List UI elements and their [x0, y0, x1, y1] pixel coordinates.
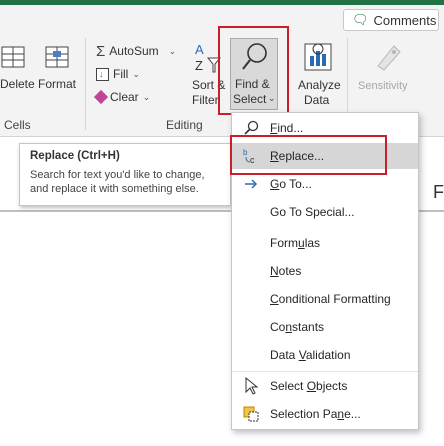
find-select-button[interactable]: Find & Select ⌄	[230, 38, 278, 110]
menu-item-conditional-formatting[interactable]: Conditional Formatting	[232, 286, 418, 312]
menu-item-select-objects[interactable]: Select Objects	[232, 373, 418, 399]
selection-pane-icon	[232, 405, 270, 423]
fill-button[interactable]: ↓ Fill ⌄	[96, 65, 156, 83]
column-header-edge: F	[433, 182, 444, 202]
menu-item-constants[interactable]: Constants	[232, 314, 418, 340]
menu-item-label: Data Validation	[270, 348, 351, 362]
svg-text:Z: Z	[195, 58, 203, 73]
menu-item-go-to-special[interactable]: Go To Special...	[232, 199, 418, 225]
menu-item-label: Constants	[270, 320, 325, 334]
editing-group-label: Editing	[166, 118, 203, 132]
autosum-label: AutoSum	[109, 44, 159, 58]
analyze-label-1: Analyze	[298, 78, 341, 92]
comments-button[interactable]: 🗨 Comments	[343, 9, 439, 31]
menu-item-notes[interactable]: Notes	[232, 258, 418, 284]
format-cells-icon	[45, 46, 69, 68]
fill-down-icon: ↓	[96, 67, 109, 81]
eraser-icon	[93, 89, 109, 105]
analyze-data-button[interactable]: Analyze Data	[296, 40, 342, 110]
menu-item-label: Conditional Formatting	[270, 292, 391, 306]
chevron-down-icon: ⌄	[268, 93, 276, 103]
format-button[interactable]: Format	[36, 40, 78, 108]
find-select-label-2: Select	[233, 92, 267, 106]
sort-label-2: Filter	[192, 93, 219, 107]
menu-item-formulas[interactable]: Formulas	[232, 230, 418, 256]
tooltip-title: Replace (Ctrl+H)	[30, 150, 120, 162]
chevron-down-icon: ⌄	[142, 91, 151, 102]
fill-label: Fill	[113, 67, 129, 81]
menu-item-selection-pane[interactable]: Selection Pane...	[232, 401, 418, 427]
menu-item-label: Find...	[270, 121, 304, 135]
group-separator	[85, 38, 86, 130]
analyze-label-2: Data	[304, 93, 330, 107]
menu-item-label: Go To Special...	[270, 205, 355, 219]
clear-button[interactable]: Clear ⌄	[93, 88, 166, 106]
delete-button[interactable]: Delete	[0, 40, 35, 108]
tooltip-description-line1: Search for text you'd like to change,	[30, 169, 205, 181]
tooltip-description-line2: and replace it with something else.	[30, 183, 199, 195]
format-label: Format	[38, 77, 77, 91]
menu-item-label: Formulas	[270, 236, 321, 250]
arrow-right-icon	[232, 176, 270, 192]
analyze-data-icon	[304, 43, 332, 71]
menu-item-label: Notes	[270, 264, 302, 278]
menu-item-label: Select Objects	[270, 379, 348, 393]
search-icon	[232, 120, 270, 136]
find-select-label-1: Find &	[235, 77, 270, 91]
chevron-down-icon: ⌄	[168, 45, 177, 56]
replace-highlight	[230, 135, 387, 175]
menu-item-label: Selection Pane...	[270, 407, 361, 421]
cursor-icon	[232, 377, 270, 395]
menu-separator	[232, 371, 418, 372]
clear-label: Clear	[110, 90, 139, 104]
delete-label: Delete	[0, 77, 35, 91]
sensitivity-icon	[377, 45, 401, 71]
svg-text:A: A	[195, 42, 204, 57]
sensitivity-label: Sensitivity	[358, 80, 408, 92]
delete-cells-icon	[1, 46, 25, 68]
menu-item-data-validation[interactable]: Data Validation	[232, 342, 418, 368]
comments-label: Comments	[373, 12, 437, 28]
replace-tooltip: Replace (Ctrl+H) Search for text you'd l…	[19, 143, 231, 206]
comment-icon: 🗨	[352, 12, 369, 27]
sensitivity-button[interactable]: Sensitivity	[354, 40, 416, 100]
sigma-icon: Σ	[96, 42, 106, 60]
autosum-button[interactable]: Σ AutoSum ⌄	[96, 42, 186, 60]
menu-item-label: Go To...	[270, 177, 312, 191]
cells-group-label: Cells	[4, 118, 31, 132]
chevron-down-icon: ⌄	[132, 68, 140, 79]
magnifier-icon	[242, 43, 267, 70]
